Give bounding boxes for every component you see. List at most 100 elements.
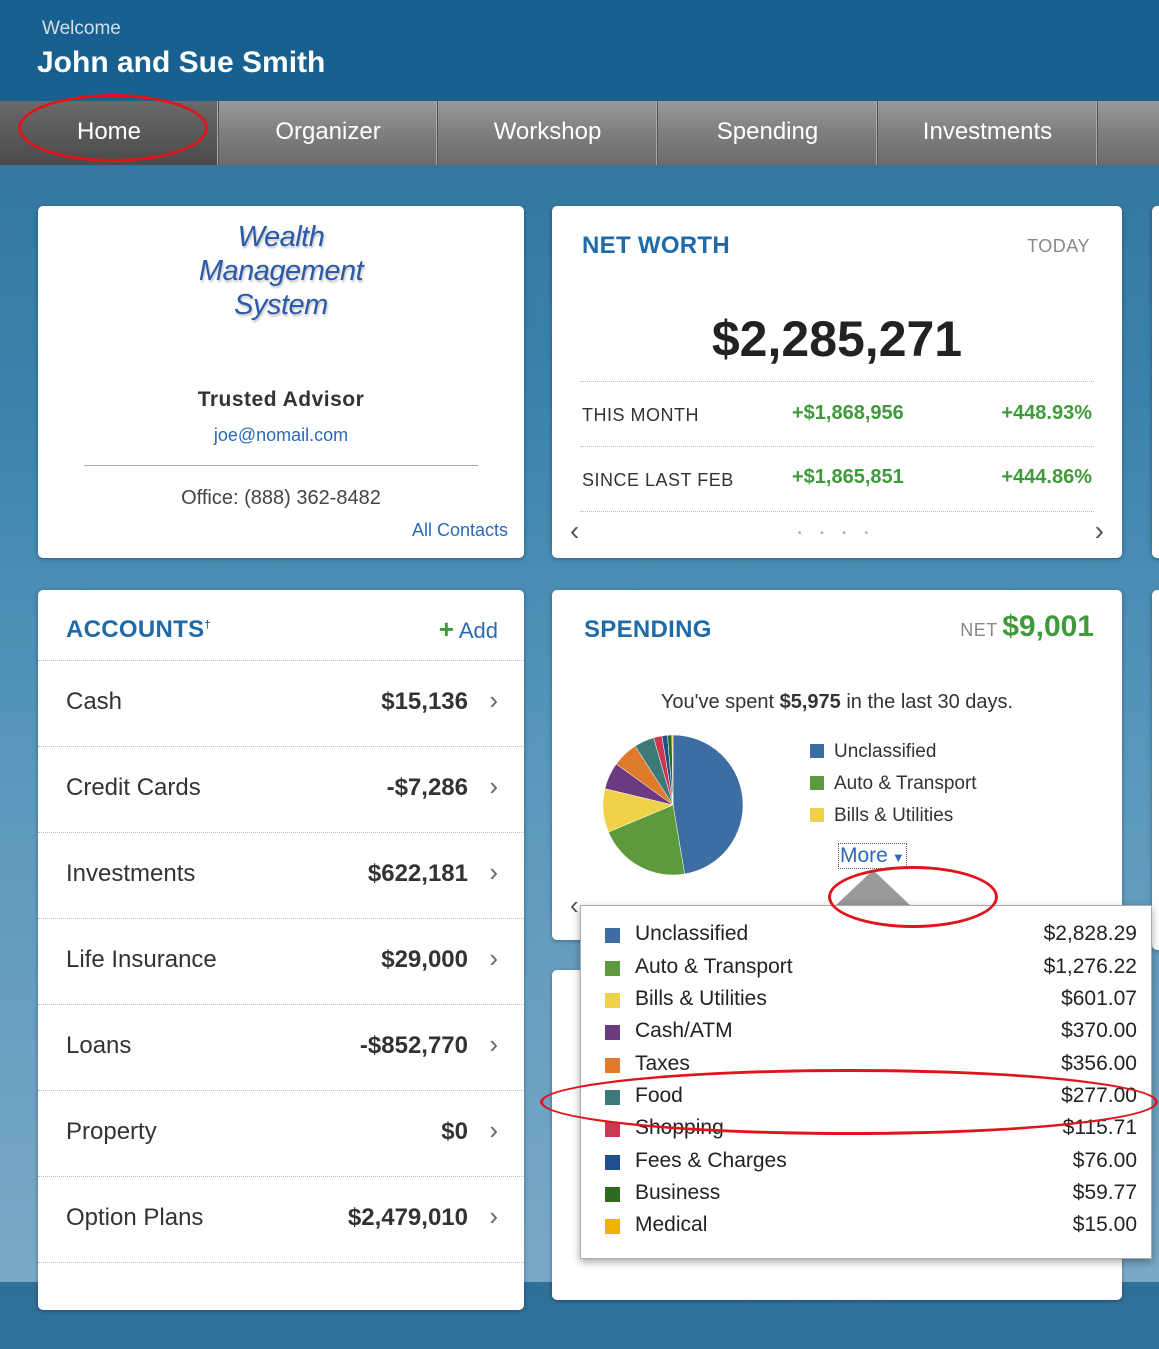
category-amount: $59.77 <box>1072 1181 1137 1204</box>
advisor-phone: Office: (888) 362-8482 <box>181 487 381 509</box>
accounts-title-text: ACCOUNTS <box>66 616 205 643</box>
more-dropdown-link[interactable]: More ▼ <box>838 843 907 869</box>
category-name: Cash/ATM <box>635 1019 733 1042</box>
account-value: $622,181 <box>367 860 468 887</box>
account-row-investments[interactable]: Investments $622,181 › <box>38 832 524 919</box>
account-row-option-plans[interactable]: Option Plans $2,479,010 › <box>38 1176 524 1263</box>
category-row[interactable]: Business $59.77 <box>605 1179 1137 1211</box>
prev-arrow-icon[interactable]: ‹ <box>570 890 579 921</box>
chevron-right-icon: › <box>489 685 498 715</box>
category-amount: $2,828.29 <box>1043 922 1137 945</box>
swatch <box>810 744 824 758</box>
account-value: -$852,770 <box>359 1032 468 1059</box>
category-name: Business <box>635 1181 721 1204</box>
since-last-feb-label: SINCE LAST FEB <box>582 470 734 490</box>
all-contacts-link[interactable]: All Contacts <box>412 520 508 541</box>
swatch <box>605 1155 620 1170</box>
tab-investments[interactable]: Investments <box>878 101 1098 165</box>
account-label: Option Plans <box>66 1204 204 1231</box>
category-row[interactable]: Auto & Transport $1,276.22 <box>605 953 1137 985</box>
since-last-feb-pct: +444.86% <box>1001 466 1092 488</box>
chevron-right-icon: › <box>489 857 498 887</box>
next-card-edge <box>1152 206 1159 558</box>
account-label: Life Insurance <box>66 946 217 973</box>
next-arrow-icon[interactable]: › <box>1095 515 1104 547</box>
spending-pie-chart[interactable] <box>600 732 746 878</box>
caret-down-icon: ▼ <box>891 850 905 865</box>
swatch <box>605 1122 620 1137</box>
account-row-credit-cards[interactable]: Credit Cards -$7,286 › <box>38 746 524 833</box>
legend-label: Bills & Utilities <box>834 805 954 826</box>
category-row[interactable]: Fees & Charges $76.00 <box>605 1147 1137 1179</box>
net-worth-value: $2,285,271 <box>711 311 963 367</box>
advisor-email-link[interactable]: joe@nomail.com <box>38 425 524 446</box>
divider <box>580 446 1094 447</box>
annotation-ellipse <box>540 1069 1158 1135</box>
account-row-property[interactable]: Property $0 › <box>38 1090 524 1177</box>
account-value: $0 <box>441 1118 468 1145</box>
net-worth-title: NET WORTH <box>582 232 731 259</box>
net-label: NET <box>960 620 998 640</box>
account-value: $15,136 <box>381 688 468 715</box>
account-label: Property <box>66 1118 157 1145</box>
account-row-divider <box>38 1262 524 1349</box>
divider <box>580 381 1094 382</box>
accounts-card: ACCOUNTS† + Add Cash $15,136 › Credit Ca… <box>38 590 524 1310</box>
category-name: Unclassified <box>635 922 749 945</box>
logo-line: Wealth <box>237 221 325 253</box>
advisor-title: Trusted Advisor <box>197 388 365 411</box>
account-label: Investments <box>66 860 196 887</box>
accounts-title: ACCOUNTS† <box>66 616 211 644</box>
spent-prefix: You've spent <box>660 691 780 713</box>
plus-icon: + <box>438 614 454 644</box>
account-row-loans[interactable]: Loans -$852,770 › <box>38 1004 524 1091</box>
swatch <box>605 961 620 976</box>
swatch <box>605 1187 620 1202</box>
net-worth-period: TODAY <box>1027 236 1090 256</box>
net-worth-card: NET WORTH TODAY $2,285,271 THIS MONTH +$… <box>552 206 1122 558</box>
spent-summary: You've spent $5,975 in the last 30 days. <box>552 691 1122 714</box>
category-amount: $76.00 <box>1072 1149 1137 1172</box>
this-month-pct: +448.93% <box>1001 402 1092 424</box>
spending-title: SPENDING <box>584 616 712 643</box>
top-header: Welcome John and Sue Smith <box>0 0 1159 101</box>
category-row[interactable]: Cash/ATM $370.00 <box>605 1017 1137 1049</box>
accounts-title-mark: † <box>204 619 211 631</box>
account-label: Cash <box>66 688 123 715</box>
advisor-card: Wealth Management System Trusted Advisor… <box>38 206 524 558</box>
account-label: Loans <box>66 1032 132 1059</box>
net-value: $9,001 <box>1002 610 1094 643</box>
category-row[interactable]: Unclassified $2,828.29 <box>605 920 1137 952</box>
chevron-right-icon: › <box>489 771 498 801</box>
account-row-cash[interactable]: Cash $15,136 › <box>38 660 524 747</box>
welcome-label: Welcome <box>42 18 121 39</box>
swatch <box>810 808 824 822</box>
legend-label: Auto & Transport <box>834 773 977 794</box>
category-row[interactable]: Medical $15.00 <box>605 1211 1137 1243</box>
account-value: $29,000 <box>381 946 468 973</box>
swatch <box>605 993 620 1008</box>
next-card-edge <box>1152 590 1159 950</box>
category-name: Bills & Utilities <box>635 987 767 1010</box>
spending-net: NET $9,001 <box>960 610 1094 644</box>
annotation-ellipse <box>828 866 998 928</box>
add-account-button[interactable]: + Add <box>439 614 498 645</box>
divider <box>84 465 478 466</box>
swatch <box>605 1058 620 1073</box>
spent-amount: $5,975 <box>779 691 841 713</box>
divider <box>580 511 1094 512</box>
tab-workshop[interactable]: Workshop <box>438 101 658 165</box>
swatch <box>605 1219 620 1234</box>
account-row-life-insurance[interactable]: Life Insurance $29,000 › <box>38 918 524 1005</box>
category-amount: $356.00 <box>1061 1052 1137 1075</box>
account-label: Credit Cards <box>66 774 201 801</box>
tab-spending[interactable]: Spending <box>658 101 878 165</box>
tab-organizer[interactable]: Organizer <box>219 101 438 165</box>
swatch <box>605 928 620 943</box>
category-row[interactable]: Bills & Utilities $601.07 <box>605 985 1137 1017</box>
category-name: Medical <box>635 1213 708 1236</box>
category-amount: $15.00 <box>1072 1213 1137 1236</box>
pager-dots: • • • • <box>797 528 877 539</box>
chevron-right-icon: › <box>489 1115 498 1145</box>
more-label: More <box>840 844 888 867</box>
